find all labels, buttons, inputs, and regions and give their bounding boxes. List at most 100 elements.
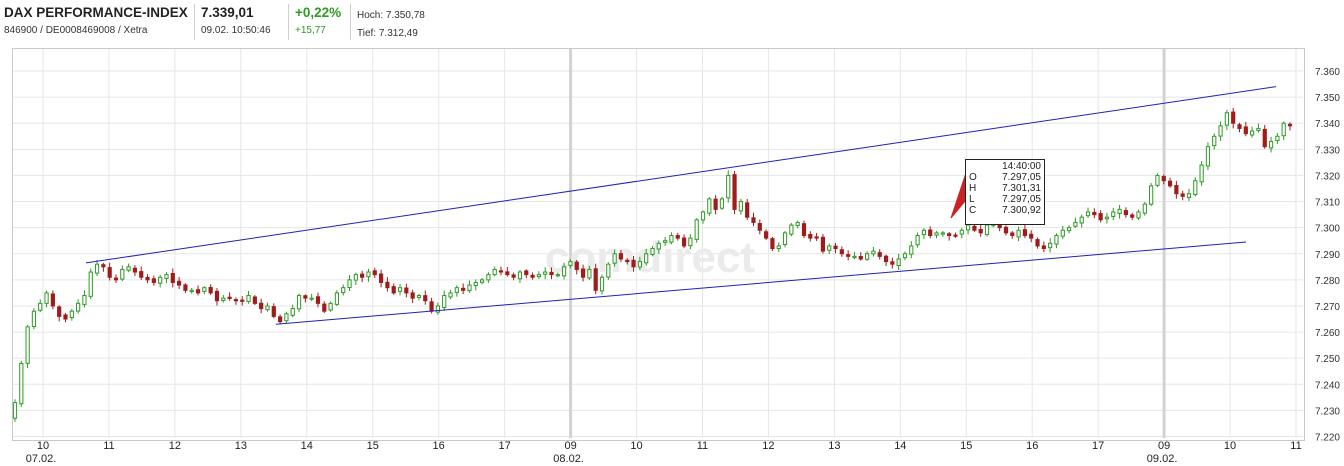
tooltip-pointer — [950, 172, 967, 219]
x-tick-label: 15 — [960, 440, 972, 452]
price-chart[interactable]: 7.220 7.230 7.240 7.250 7.260 7.270 7.280 7.290… — [0, 0, 1344, 466]
candle-body — [1066, 227, 1072, 232]
candle-body — [1205, 146, 1211, 167]
candle-body — [795, 221, 800, 227]
candle-body — [233, 299, 239, 302]
candle-body — [158, 276, 163, 284]
candle-body — [846, 254, 851, 257]
candle-body — [94, 263, 100, 274]
candle-body — [1054, 234, 1059, 245]
candle-body — [757, 223, 762, 231]
candle-body — [707, 198, 712, 214]
candle-body — [543, 271, 548, 275]
candle-body — [801, 223, 807, 236]
candle-body — [246, 295, 251, 303]
candle-body — [820, 236, 826, 252]
candle-body — [353, 274, 358, 281]
candle-body — [688, 237, 693, 247]
candle-body — [271, 306, 276, 317]
date-label: 08.02. — [553, 453, 584, 465]
x-tick-label: 09 — [1158, 440, 1170, 452]
candle-body — [404, 287, 409, 294]
candle-body — [303, 295, 308, 299]
candle-body — [1287, 123, 1293, 127]
candle-body — [1136, 211, 1141, 219]
candle-body — [852, 255, 857, 259]
tooltip-row-high: H 7.301,31 — [969, 183, 1041, 194]
candle-body — [965, 224, 971, 231]
y-tick-label: 7.330 — [1315, 145, 1340, 156]
candle-body — [1010, 232, 1015, 236]
candle-body — [915, 234, 920, 246]
candle-body — [429, 301, 434, 312]
candle-body — [1104, 216, 1110, 220]
x-tick-label: 12 — [169, 440, 181, 452]
candle-body — [391, 286, 396, 294]
candle-body — [574, 261, 579, 270]
candle-body — [38, 302, 43, 311]
y-tick-label: 7.270 — [1315, 302, 1340, 313]
candle-body — [1092, 211, 1097, 216]
date-label: 09.02. — [1147, 453, 1178, 465]
candle-body — [1193, 180, 1198, 195]
x-tick-label: 15 — [367, 440, 379, 452]
candle-body — [88, 271, 93, 297]
candle-body — [1212, 135, 1217, 147]
x-tick-label: 11 — [1290, 440, 1301, 452]
candle-body — [82, 295, 87, 305]
candle-body — [334, 292, 340, 305]
candle-body — [265, 305, 270, 311]
candle-body — [107, 267, 112, 278]
y-tick-label: 7.280 — [1315, 276, 1340, 287]
candle-body — [76, 302, 81, 312]
tooltip-time: 14:40:00 — [1002, 161, 1041, 172]
candle-body — [416, 295, 422, 298]
x-tick-label: 10 — [630, 440, 642, 452]
candle-body — [511, 274, 516, 278]
candle-body — [593, 268, 598, 291]
candle-body — [1142, 203, 1147, 214]
candle-body — [959, 229, 964, 235]
candle-body — [1022, 229, 1028, 236]
candle-body — [195, 289, 201, 294]
candle-body — [177, 280, 182, 286]
candle-body — [1060, 229, 1065, 237]
candle-body — [562, 266, 567, 277]
candle-body — [202, 287, 207, 292]
candle-body — [890, 261, 895, 265]
lower-trendline — [275, 241, 1247, 325]
candle-body — [1237, 124, 1242, 129]
candle-body — [1199, 164, 1204, 183]
candle-body — [953, 234, 958, 237]
trendline-anchor — [86, 263, 276, 324]
candle-body — [700, 211, 706, 221]
candle-body — [25, 326, 30, 364]
candle-body — [448, 292, 453, 298]
watermark-logo: comdirect — [545, 233, 756, 282]
candle-body — [467, 284, 472, 292]
candle-body — [208, 286, 213, 294]
candle-body — [1218, 125, 1223, 137]
candle-body — [833, 245, 838, 250]
candle-body — [328, 302, 333, 311]
candle-body — [12, 402, 18, 419]
candle-body — [492, 268, 497, 276]
candle-body — [865, 253, 870, 260]
candle-body — [57, 306, 62, 317]
y-tick-label: 7.240 — [1315, 380, 1340, 391]
candle-body — [1073, 221, 1078, 227]
candle-body — [164, 274, 169, 279]
candle-body — [31, 310, 37, 328]
tooltip-row-low: L 7.297,05 — [969, 194, 1041, 205]
candle-body — [410, 292, 415, 299]
candle-body — [113, 277, 119, 281]
candle-body — [738, 201, 743, 212]
candle-body — [1281, 122, 1286, 137]
x-tick-label: 14 — [894, 440, 906, 452]
candle-body — [1262, 128, 1267, 148]
candle-body — [902, 253, 908, 259]
candle-body — [322, 303, 327, 312]
candle-body — [19, 362, 24, 405]
y-tick-label: 7.230 — [1315, 406, 1340, 417]
candle-body — [1098, 213, 1103, 221]
